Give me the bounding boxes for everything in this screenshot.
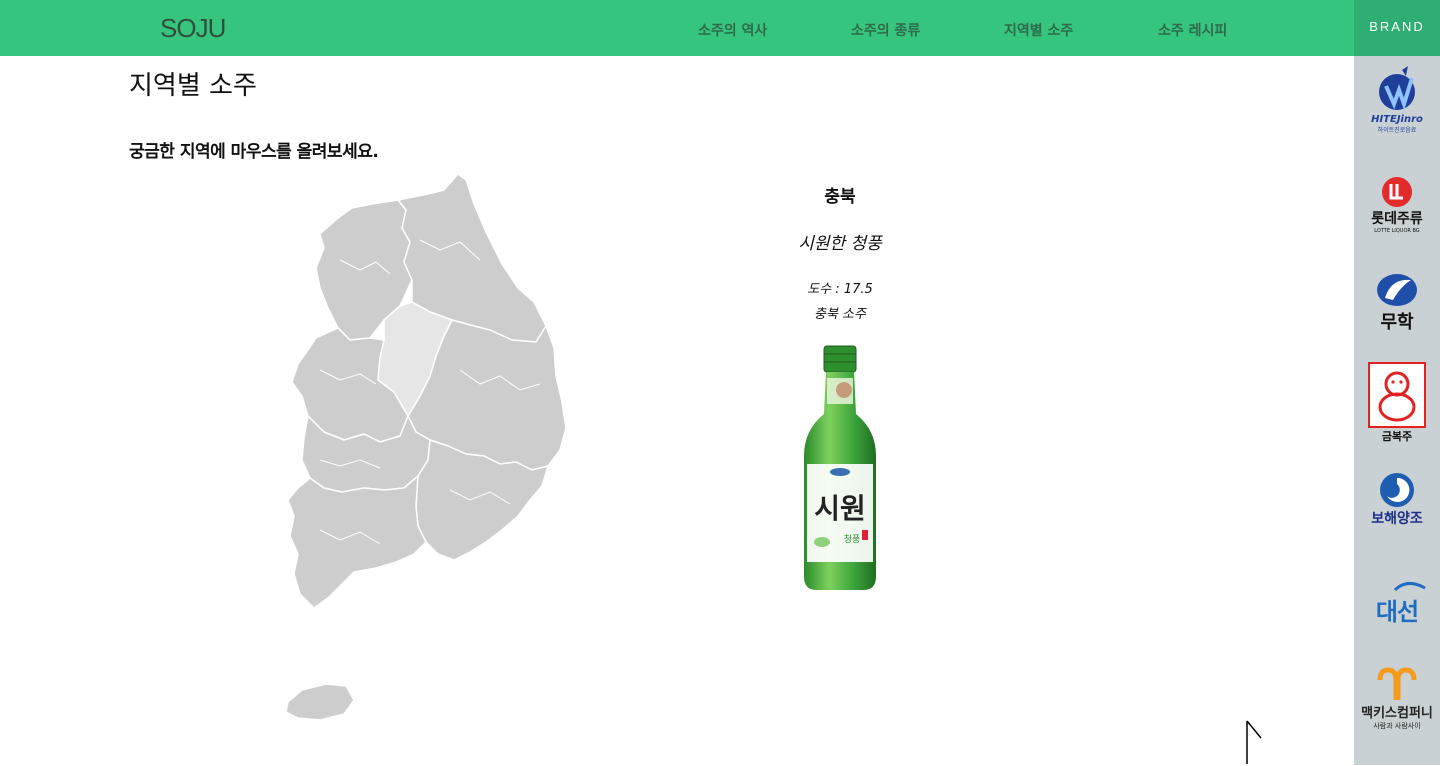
nav-item-types[interactable]: 소주의 종류 [851, 20, 920, 40]
nav-item-regional[interactable]: 지역별 소주 [1004, 20, 1073, 40]
brand-caption: 보해양조 [1371, 511, 1423, 527]
brand-muhak[interactable]: 무학 [1362, 272, 1432, 334]
brand-bohae[interactable]: 보해양조 [1362, 472, 1432, 528]
bottle-label-text: 시원 [814, 492, 866, 525]
brand-caption: 대선 [1375, 598, 1419, 626]
soju-abv: 도수 : 17.5 [807, 282, 873, 297]
daesun-logo-icon [1393, 582, 1426, 592]
mouse-cursor-icon [1246, 720, 1262, 764]
top-nav-bar: SOJU 소주의 역사 소주의 종류 지역별 소주 소주 레시피 [0, 0, 1354, 56]
brand-subcaption: 하이트진로음료 [1377, 127, 1417, 134]
soju-bottle-image: 시원 청풍 [804, 345, 876, 590]
region-info-panel: 충북 시원한 청풍 도수 : 17.5 충북 소주 시원 청풍 [690, 180, 990, 594]
region-jeonnam[interactable] [287, 475, 427, 609]
brand-daesun[interactable]: 대선 [1362, 578, 1432, 627]
bohae-logo-icon [1380, 473, 1414, 507]
soju-name: 시원한 청풍 [798, 234, 882, 254]
hitejinro-logo-icon [1379, 66, 1415, 111]
brand-mackiss[interactable]: 맥키스컴퍼니 사람과 사람사이 [1356, 666, 1438, 731]
geumbokju-logo-icon [1368, 362, 1426, 428]
brand-caption: 맥키스컴퍼니 [1361, 706, 1433, 721]
brand-lotte[interactable]: 롯데주류 LOTTE LIQUOR BG [1362, 176, 1432, 234]
region-name: 충북 [824, 187, 856, 207]
muhak-logo-icon [1377, 274, 1417, 306]
nav-item-recipe[interactable]: 소주 레시피 [1158, 20, 1227, 40]
brand-caption: 롯데주류 [1371, 211, 1423, 227]
brand-subcaption: 사람과 사람사이 [1373, 722, 1421, 730]
brand-caption: HITEJinro [1371, 114, 1423, 125]
brand-geumbokju[interactable]: 금복주 [1362, 362, 1432, 444]
soju-description: 충북 소주 [814, 307, 866, 322]
brand-caption: 무학 [1380, 312, 1414, 333]
bottle-sub-label: 청풍 [844, 534, 861, 545]
page-title: 지역별 소주 [129, 71, 257, 101]
lotte-liquor-logo-icon [1382, 177, 1412, 207]
brand-hitejinro[interactable]: HITEJinro 하이트진로음료 [1362, 64, 1432, 134]
map-instruction: 궁금한 지역에 마우스를 올려보세요. [129, 142, 379, 162]
korea-map [285, 173, 567, 721]
site-logo[interactable]: SOJU [160, 13, 226, 44]
brand-sidebar-title: BRAND [1354, 0, 1440, 56]
brand-caption: 금복주 [1381, 430, 1413, 443]
nav-item-history[interactable]: 소주의 역사 [698, 20, 767, 40]
region-jeju[interactable] [285, 683, 355, 721]
brand-subcaption: LOTTE LIQUOR BG [1374, 228, 1420, 234]
brand-sidebar: BRAND HITEJinro 하이트진로음료 롯데주류 LOTTE LIQUO… [1354, 0, 1440, 765]
mackiss-logo-icon [1377, 667, 1417, 700]
